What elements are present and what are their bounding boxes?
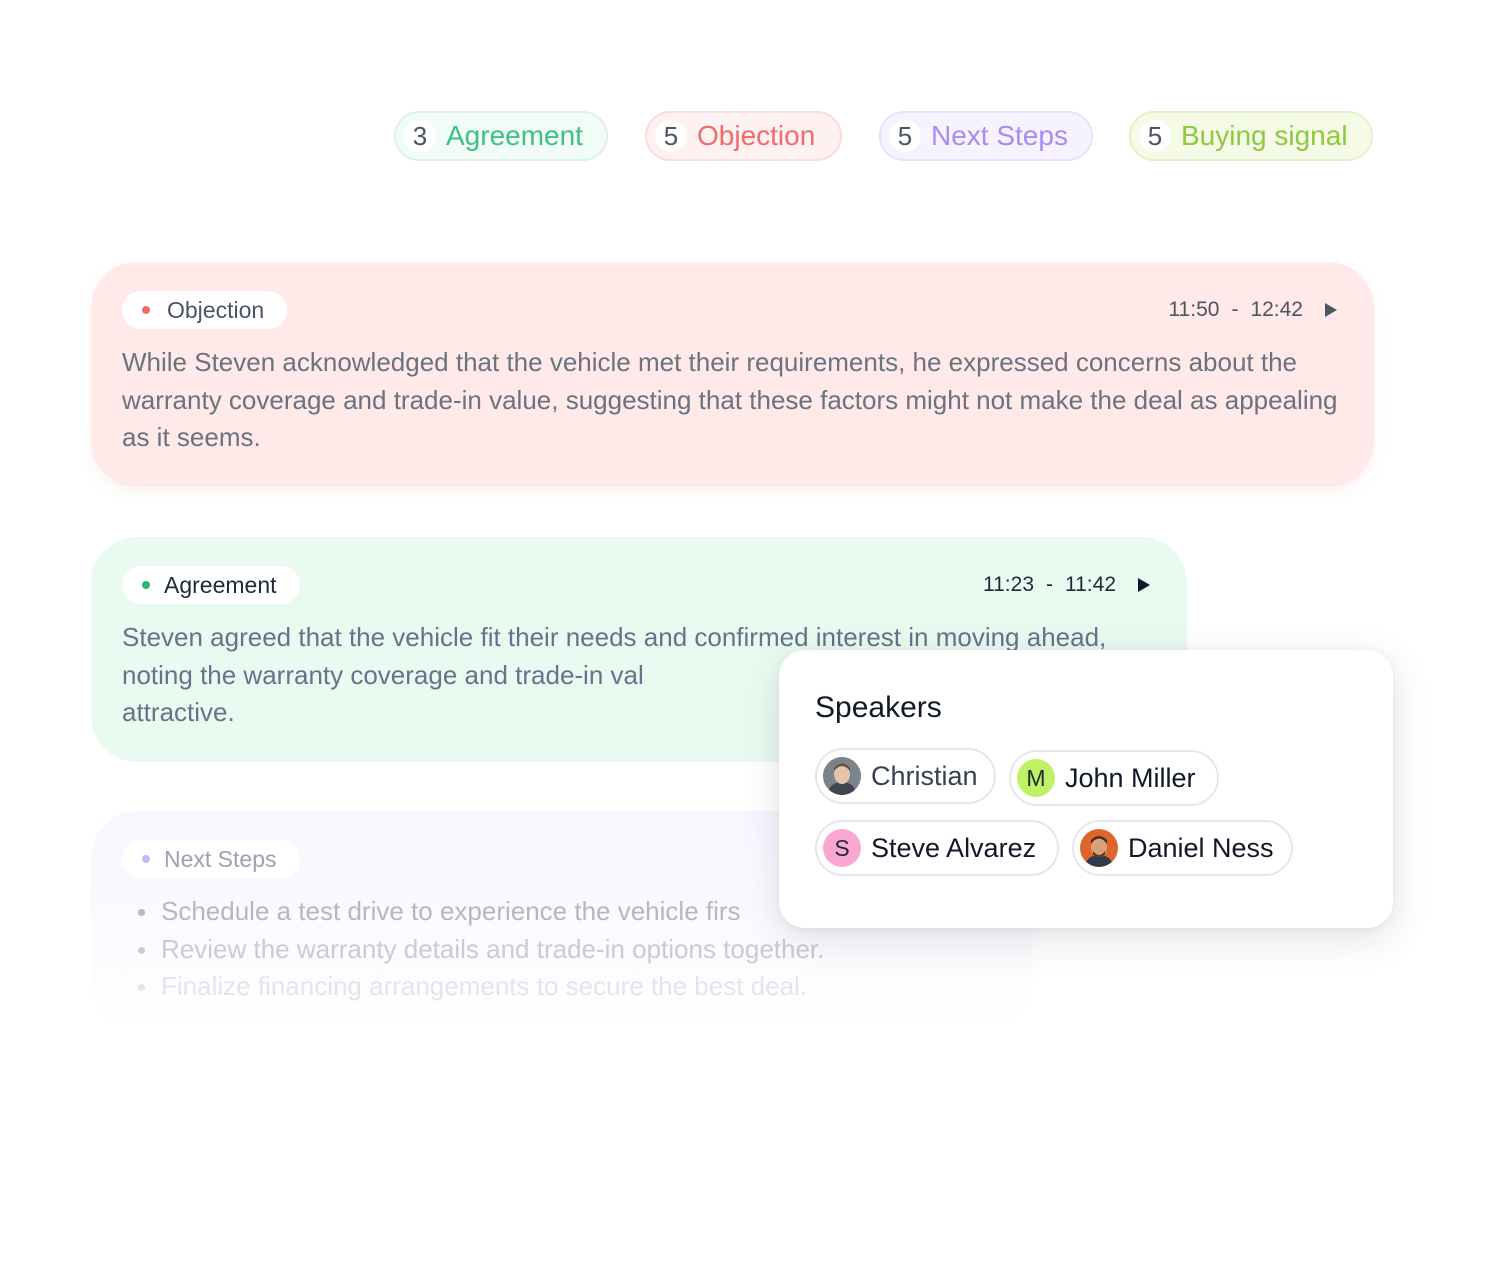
initial-avatar: S — [823, 829, 861, 867]
start-time: 11:23 — [983, 573, 1034, 596]
filter-bar: 3 Agreement 5 Objection 5 Next Steps 5 B… — [0, 111, 1500, 165]
filter-buying-signal[interactable]: 5 Buying signal — [1129, 111, 1373, 161]
filter-label: Agreement — [446, 120, 583, 151]
timestamp-range: 11:50 - 12:42 — [1168, 298, 1337, 322]
list-item: Review the warranty details and trade-in… — [122, 931, 1002, 969]
moment-card-objection[interactable]: Objection 11:50 - 12:42 While Steven ack… — [91, 262, 1374, 487]
summary-text-end: attractive. — [122, 697, 235, 727]
photo-avatar-icon — [823, 757, 861, 795]
time-separator: - — [1231, 298, 1239, 321]
speaker-chip-daniel-ness[interactable]: Daniel Ness — [1072, 820, 1293, 876]
filter-count: 5 — [655, 120, 687, 152]
speaker-name: Steve Alvarez — [871, 832, 1037, 863]
time-separator: - — [1046, 573, 1053, 596]
moment-summary: While Steven acknowledged that the vehic… — [122, 347, 1338, 452]
status-dot-icon — [142, 855, 150, 863]
filter-count: 3 — [404, 120, 436, 152]
speakers-popover: Speakers Christian M John Miller S Steve… — [779, 650, 1393, 928]
moment-tag: Objection — [122, 291, 288, 329]
start-time: 11:50 — [1168, 298, 1220, 321]
list-item: Finalize financing arrangements to secur… — [122, 968, 1002, 1006]
status-dot-icon — [142, 581, 150, 589]
filter-label: Buying signal — [1181, 120, 1348, 151]
end-time: 11:42 — [1065, 573, 1116, 596]
filter-count: 5 — [1139, 120, 1171, 152]
play-icon[interactable] — [1325, 303, 1337, 317]
filter-label: Objection — [697, 120, 816, 151]
speaker-chip-john-miller[interactable]: M John Miller — [1009, 750, 1219, 806]
filter-next-steps[interactable]: 5 Next Steps — [879, 111, 1093, 161]
speaker-name: Daniel Ness — [1128, 832, 1274, 863]
speaker-chip-christian[interactable]: Christian — [815, 748, 996, 804]
speaker-name: John Miller — [1065, 762, 1196, 793]
tag-label: Objection — [167, 296, 265, 323]
filter-agreement[interactable]: 3 Agreement — [394, 111, 608, 161]
moment-tag: Next Steps — [122, 840, 300, 878]
play-icon[interactable] — [1138, 578, 1150, 592]
speakers-title: Speakers — [815, 691, 942, 724]
speaker-chip-steve-alvarez[interactable]: S Steve Alvarez — [815, 820, 1059, 876]
filter-count: 5 — [889, 120, 921, 152]
filter-objection[interactable]: 5 Objection — [645, 111, 842, 161]
speaker-name: Christian — [871, 760, 978, 791]
initial-avatar: M — [1017, 759, 1055, 797]
end-time: 12:42 — [1250, 298, 1303, 321]
photo-avatar-icon — [1080, 829, 1118, 867]
tag-label: Next Steps — [164, 845, 277, 872]
timestamp-range: 11:23 - 11:42 — [983, 573, 1150, 597]
filter-label: Next Steps — [931, 120, 1068, 151]
moment-tag: Agreement — [122, 566, 300, 604]
status-dot-icon — [142, 306, 150, 314]
tag-label: Agreement — [164, 571, 277, 598]
